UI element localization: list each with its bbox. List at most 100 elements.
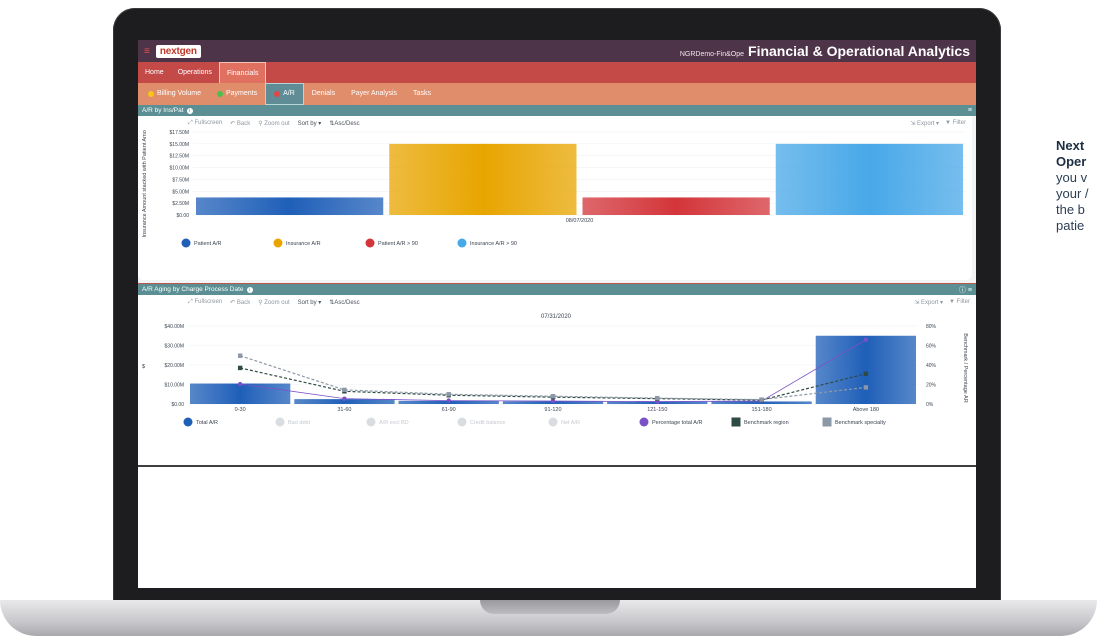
export-dropdown[interactable]: ⇲ Export ▾ xyxy=(910,120,939,127)
y2-tick-label: 80% xyxy=(926,324,937,330)
tab-payer-analysis[interactable]: Payer Analysis xyxy=(343,83,405,105)
app-title: Financial & Operational Analytics xyxy=(748,43,970,59)
back-label: Back xyxy=(236,299,251,306)
legend-label: Percentage total A/R xyxy=(652,420,702,426)
legend-swatch xyxy=(457,417,467,427)
line-marker xyxy=(550,394,556,399)
back-button[interactable]: ↶ Back xyxy=(230,120,250,127)
chart-toolbar: ⤢ Fullscreen ↶ Back ⚲ Zoom out Sort by ▾… xyxy=(138,116,972,130)
legend-swatch xyxy=(366,417,376,427)
back-button[interactable]: ↶ Back xyxy=(230,299,250,306)
y2-axis-label: Benchmark / Percentage AR xyxy=(962,333,968,402)
y2-tick-label: 60% xyxy=(926,344,937,350)
info-icon[interactable]: i xyxy=(246,286,253,293)
y-tick-label: $7.50M xyxy=(172,177,189,183)
y-tick-label: $10.00M xyxy=(165,383,184,389)
asc-desc-label: Asc/Desc xyxy=(334,299,360,306)
x-tick-label: 91-120 xyxy=(544,407,561,413)
legend-label: Insurance A/R > 90 xyxy=(470,241,517,247)
x-tick-label: 0-30 xyxy=(235,407,246,413)
tab-billing-volume[interactable]: Billing Volume xyxy=(140,83,209,105)
side-caption-line: the b xyxy=(1056,202,1085,217)
brand-logo[interactable]: nextgen xyxy=(155,44,201,58)
legend-swatch xyxy=(457,238,467,248)
nav-home[interactable]: Home xyxy=(138,62,171,83)
x-tick-label: 121-150 xyxy=(647,407,667,413)
bar-insurance-a-r-90 xyxy=(775,143,963,215)
y-tick-label: $15.00M xyxy=(170,142,189,148)
line-marker xyxy=(342,387,347,393)
yellow-dot-icon xyxy=(148,91,154,97)
panel-header: A/R Aging by Charge Process Date i ⓘ ≡ xyxy=(138,284,976,295)
tab-payments[interactable]: Payments xyxy=(209,83,265,105)
legend-label: Benchmark specialty xyxy=(835,420,886,426)
legend-swatch xyxy=(548,417,558,427)
filter-button[interactable]: ▼ Filter xyxy=(949,299,970,306)
tab-ar[interactable]: A/R xyxy=(265,83,304,105)
asc-desc-button[interactable]: ⇅Asc/Desc xyxy=(329,299,359,306)
legend-swatch xyxy=(731,417,741,427)
line-marker xyxy=(237,365,243,371)
zoom-out-button[interactable]: ⚲ Zoom out xyxy=(258,120,289,127)
legend-label: Benchmark region xyxy=(744,420,789,426)
panel-title: A/R by Ins/Pat xyxy=(142,107,184,114)
zoom-out-label: Zoom out xyxy=(264,299,290,306)
filter-button[interactable]: ▼ Filter xyxy=(945,120,966,127)
fullscreen-button[interactable]: ⤢ Fullscreen xyxy=(188,299,222,306)
info-icon[interactable]: i xyxy=(186,107,193,114)
export-dropdown[interactable]: ⇲ Export ▾ xyxy=(914,299,943,306)
app-screen: ≡ nextgen NGRDemo-Fin&Ope Financial & Op… xyxy=(138,40,976,588)
line-marker xyxy=(863,385,869,390)
sort-by-dropdown[interactable]: Sort by ▾ xyxy=(298,120,322,127)
toolbar-right: ⇲ Export ▾ ▼ Filter xyxy=(910,120,966,127)
y-tick-label: $40.00M xyxy=(165,324,184,330)
chart-ar-by-ins-pat: $17.50M $15.00M $12.50M $10.00M $7.50M $5.00M… xyxy=(142,130,966,248)
y-tick-label: $10.00M xyxy=(170,166,189,172)
bar-total-ar xyxy=(815,335,916,404)
panel-body: ⤢ Fullscreen ↶ Back ⚲ Zoom out Sort by ▾… xyxy=(138,116,972,280)
chart-ar-aging: 07/31/2020 $40.00M $30.00M $20.00M $10.00M $0… xyxy=(142,314,968,427)
bar-insurance-a-r xyxy=(389,143,577,215)
panel-header: A/R by Ins/Pat i ≡ xyxy=(138,105,976,116)
line-marker xyxy=(237,381,243,387)
asc-desc-button[interactable]: ⇅Asc/Desc xyxy=(329,120,359,127)
legend-label: Bad debt xyxy=(288,420,310,426)
side-caption-line: Oper xyxy=(1056,154,1087,169)
legend-label: Net A/R xyxy=(561,420,580,426)
x-tick-label: 61-90 xyxy=(442,407,456,413)
fullscreen-button[interactable]: ⤢ Fullscreen xyxy=(188,120,222,127)
legend-swatch xyxy=(181,238,191,248)
toolbar-right: ⇲ Export ▾ ▼ Filter xyxy=(914,299,970,306)
line-marker xyxy=(237,353,243,358)
nav-financials[interactable]: Financials xyxy=(218,62,267,83)
hamburger-menu-icon[interactable]: ≡ xyxy=(144,46,150,57)
legend-label: Insurance A/R xyxy=(286,241,321,247)
tab-label: Billing Volume xyxy=(157,90,201,97)
user-label[interactable]: NGRDemo-Fin&Ope xyxy=(680,51,744,58)
green-dot-icon xyxy=(216,91,223,97)
tab-tasks[interactable]: Tasks xyxy=(405,83,439,105)
filter-label: Filter xyxy=(956,298,970,305)
tab-denials[interactable]: Denials xyxy=(304,83,343,105)
sort-by-dropdown[interactable]: Sort by ▾ xyxy=(298,299,322,306)
line-marker xyxy=(655,395,660,401)
x-tick-label: 31-60 xyxy=(337,407,351,413)
legend-label: Credit balance xyxy=(470,420,505,426)
laptop-notch xyxy=(480,600,620,614)
bar-patient-a-r xyxy=(196,197,384,215)
zoom-out-label: Zoom out xyxy=(264,120,290,127)
panel-menu-icon[interactable]: ⓘ ≡ xyxy=(959,285,972,295)
side-caption-line: your / xyxy=(1056,186,1089,201)
nav-operations[interactable]: Operations xyxy=(171,62,219,83)
zoom-out-button[interactable]: ⚲ Zoom out xyxy=(258,299,289,306)
y-tick-label: $2.50M xyxy=(172,201,189,207)
panel-menu-icon[interactable]: ≡ xyxy=(968,107,972,114)
line-benchmark-specialty xyxy=(239,355,866,401)
app-header: ≡ nextgen NGRDemo-Fin&Ope Financial & Op… xyxy=(138,40,976,62)
header-right: NGRDemo-Fin&Ope Financial & Operational … xyxy=(680,43,970,59)
legend-label: A/R excl BD xyxy=(379,420,409,426)
legend-swatch xyxy=(273,238,283,248)
line-marker xyxy=(446,392,451,397)
y-axis-label: Insurance Amount stacked with Patient Am… xyxy=(142,130,148,237)
tab-label: A/R xyxy=(283,90,295,97)
